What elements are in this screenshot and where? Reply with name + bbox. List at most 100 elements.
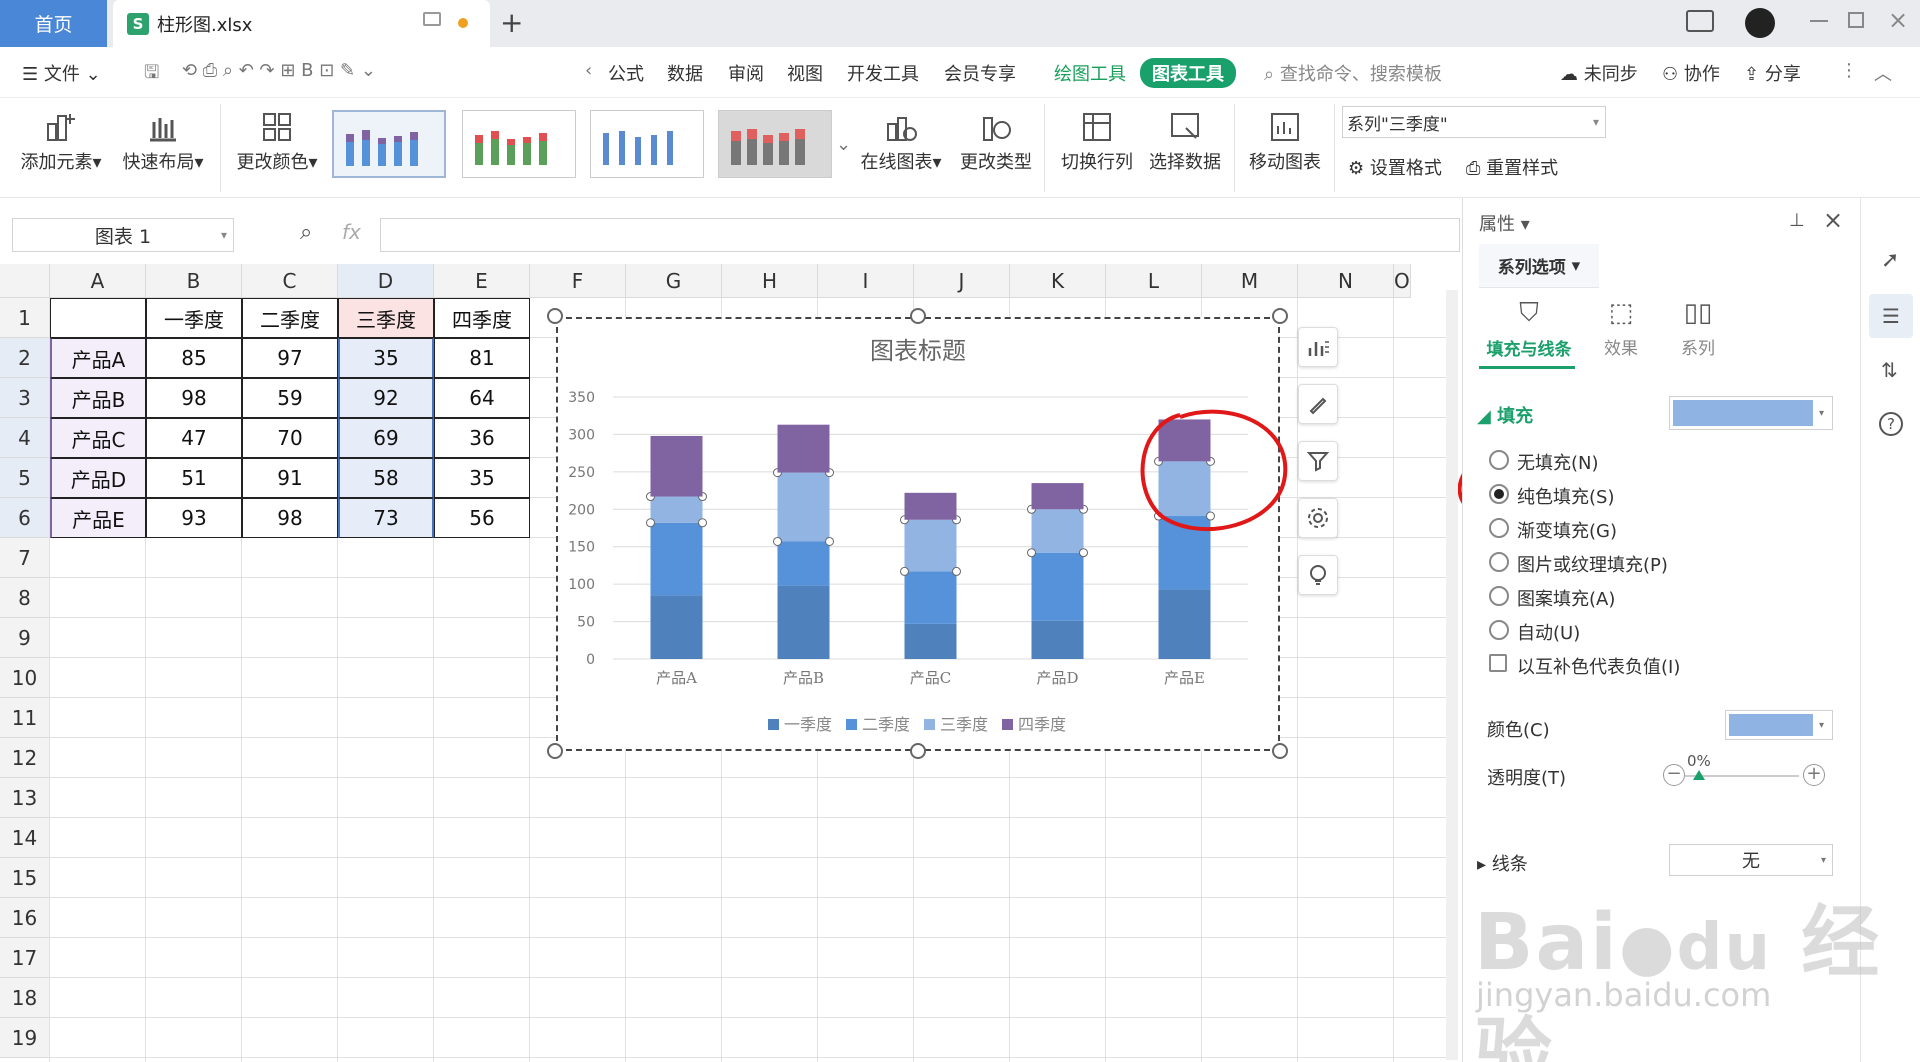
column-header[interactable]: M <box>1202 264 1298 298</box>
column-header[interactable]: H <box>722 264 818 298</box>
row-header[interactable]: 9 <box>0 618 50 658</box>
table-cell[interactable]: 47 <box>146 418 242 458</box>
row-header[interactable]: 5 <box>0 458 50 498</box>
resize-handle-tr[interactable] <box>1272 308 1288 324</box>
tab-file[interactable]: S 柱形图.xlsx <box>113 0 490 47</box>
menu-formula[interactable]: 公式 <box>608 60 644 86</box>
chart-style-brush-icon[interactable] <box>1298 384 1338 424</box>
column-header[interactable]: L <box>1106 264 1202 298</box>
menu-developer[interactable]: 开发工具 <box>847 60 919 86</box>
row-header[interactable]: 2 <box>0 338 50 378</box>
table-cell[interactable]: 64 <box>434 378 530 418</box>
row-header[interactable]: 7 <box>0 538 50 578</box>
styles-more-icon[interactable]: ⌄ <box>836 134 851 155</box>
close-panel-icon[interactable]: × <box>1823 206 1843 234</box>
table-cell[interactable]: 59 <box>242 378 338 418</box>
online-chart-button[interactable]: 在线图表▾ <box>856 106 946 174</box>
move-chart-button[interactable]: 移动图表 <box>1246 106 1324 174</box>
column-header[interactable]: J <box>914 264 1010 298</box>
menu-drawing-tools[interactable]: 绘图工具 <box>1054 60 1126 86</box>
vertical-scrollbar[interactable] <box>1446 290 1458 1060</box>
tab-home[interactable]: 首页 <box>0 0 107 47</box>
table-cell[interactable]: 产品C <box>50 418 146 458</box>
minimize-icon[interactable] <box>1810 20 1828 22</box>
column-header[interactable]: G <box>626 264 722 298</box>
row-header[interactable]: 14 <box>0 818 50 858</box>
restore-icon[interactable] <box>1848 12 1864 28</box>
column-header[interactable]: F <box>530 264 626 298</box>
column-header[interactable]: D <box>338 264 434 298</box>
column-header[interactable]: N <box>1298 264 1394 298</box>
chart-style-2[interactable] <box>462 110 576 178</box>
radio-pattern-fill[interactable] <box>1489 586 1509 606</box>
resize-handle-b[interactable] <box>910 743 926 759</box>
table-header-cell[interactable]: 三季度 <box>338 298 434 338</box>
radio-gradient-fill[interactable] <box>1489 518 1509 538</box>
transparency-increase-button[interactable]: + <box>1803 764 1825 786</box>
row-header[interactable]: 8 <box>0 578 50 618</box>
resize-handle-tl[interactable] <box>547 308 563 324</box>
table-cell[interactable]: 产品B <box>50 378 146 418</box>
row-header[interactable]: 4 <box>0 418 50 458</box>
table-cell[interactable]: 70 <box>242 418 338 458</box>
table-cell[interactable]: 35 <box>434 458 530 498</box>
table-cell[interactable]: 56 <box>434 498 530 538</box>
search-command[interactable]: ⌕ 查找命令、搜索模板 <box>1264 60 1442 86</box>
column-header[interactable]: B <box>146 264 242 298</box>
collab-button[interactable]: ⚇ 协作 <box>1662 60 1720 86</box>
line-section-heading[interactable]: ▸ 线条 <box>1477 850 1528 876</box>
avatar[interactable] <box>1745 8 1775 38</box>
transparency-decrease-button[interactable]: − <box>1663 764 1685 786</box>
table-header-cell[interactable]: 一季度 <box>146 298 242 338</box>
table-cell[interactable]: 97 <box>242 338 338 378</box>
row-header[interactable]: 18 <box>0 978 50 1018</box>
table-cell[interactable]: 58 <box>338 458 434 498</box>
row-header[interactable]: 11 <box>0 698 50 738</box>
set-format-button[interactable]: ⚙ 设置格式 <box>1348 154 1442 180</box>
row-header[interactable]: 6 <box>0 498 50 538</box>
quick-layout-button[interactable]: 快速布局▾ <box>118 106 208 174</box>
column-header[interactable]: I <box>818 264 914 298</box>
table-cell[interactable]: 35 <box>338 338 434 378</box>
row-header[interactable]: 3 <box>0 378 50 418</box>
row-header[interactable]: 16 <box>0 898 50 938</box>
table-cell[interactable]: 51 <box>146 458 242 498</box>
share-button[interactable]: ⇪ 分享 <box>1744 60 1801 86</box>
layout-icon[interactable] <box>1686 10 1714 32</box>
table-cell[interactable]: 产品E <box>50 498 146 538</box>
line-dropdown[interactable]: 无 ▾ <box>1669 844 1833 876</box>
radio-auto-fill[interactable] <box>1489 620 1509 640</box>
resize-handle-bl[interactable] <box>547 743 563 759</box>
sync-status[interactable]: ☁ 未同步 <box>1560 60 1638 86</box>
chart-lightbulb-icon[interactable] <box>1298 555 1338 595</box>
radio-picture-fill[interactable] <box>1489 552 1509 572</box>
close-window-icon[interactable]: × <box>1888 6 1908 34</box>
table-header-cell[interactable]: 四季度 <box>434 298 530 338</box>
row-header[interactable]: 19 <box>0 1018 50 1058</box>
window-icon[interactable] <box>423 12 441 26</box>
subtab-series[interactable]: ▯▯ 系列 <box>1663 298 1733 359</box>
properties-sliders-icon[interactable]: ☰ <box>1869 294 1913 338</box>
row-header[interactable]: 15 <box>0 858 50 898</box>
table-header-cell[interactable] <box>50 298 146 338</box>
color-dropdown[interactable]: ▾ <box>1725 710 1833 740</box>
radio-no-fill[interactable] <box>1489 450 1509 470</box>
column-header[interactable]: A <box>50 264 146 298</box>
panel-title[interactable]: 属性 ▾ <box>1479 210 1530 236</box>
table-cell[interactable]: 73 <box>338 498 434 538</box>
row-header[interactable]: 1 <box>0 298 50 338</box>
subtab-effects[interactable]: ⬚ 效果 <box>1591 298 1651 359</box>
row-header[interactable]: 12 <box>0 738 50 778</box>
table-cell[interactable]: 36 <box>434 418 530 458</box>
row-header[interactable]: 17 <box>0 938 50 978</box>
fx-icon[interactable]: fx <box>342 220 361 244</box>
undo-redo-icons[interactable]: ⟲ ⎙ ⌕ ↶ ↷ ⊞ B ⊡ ✎ ⌄ <box>182 60 376 81</box>
chart-filter-icon[interactable] <box>1298 441 1338 481</box>
table-cell[interactable]: 产品D <box>50 458 146 498</box>
formula-input[interactable] <box>380 218 1460 252</box>
menu-data[interactable]: 数据 <box>667 60 703 86</box>
menu-member[interactable]: 会员专享 <box>944 60 1016 86</box>
row-header[interactable]: 13 <box>0 778 50 818</box>
chart-style-3[interactable] <box>590 110 704 178</box>
fill-section-heading[interactable]: ◢ 填充 <box>1477 402 1533 428</box>
